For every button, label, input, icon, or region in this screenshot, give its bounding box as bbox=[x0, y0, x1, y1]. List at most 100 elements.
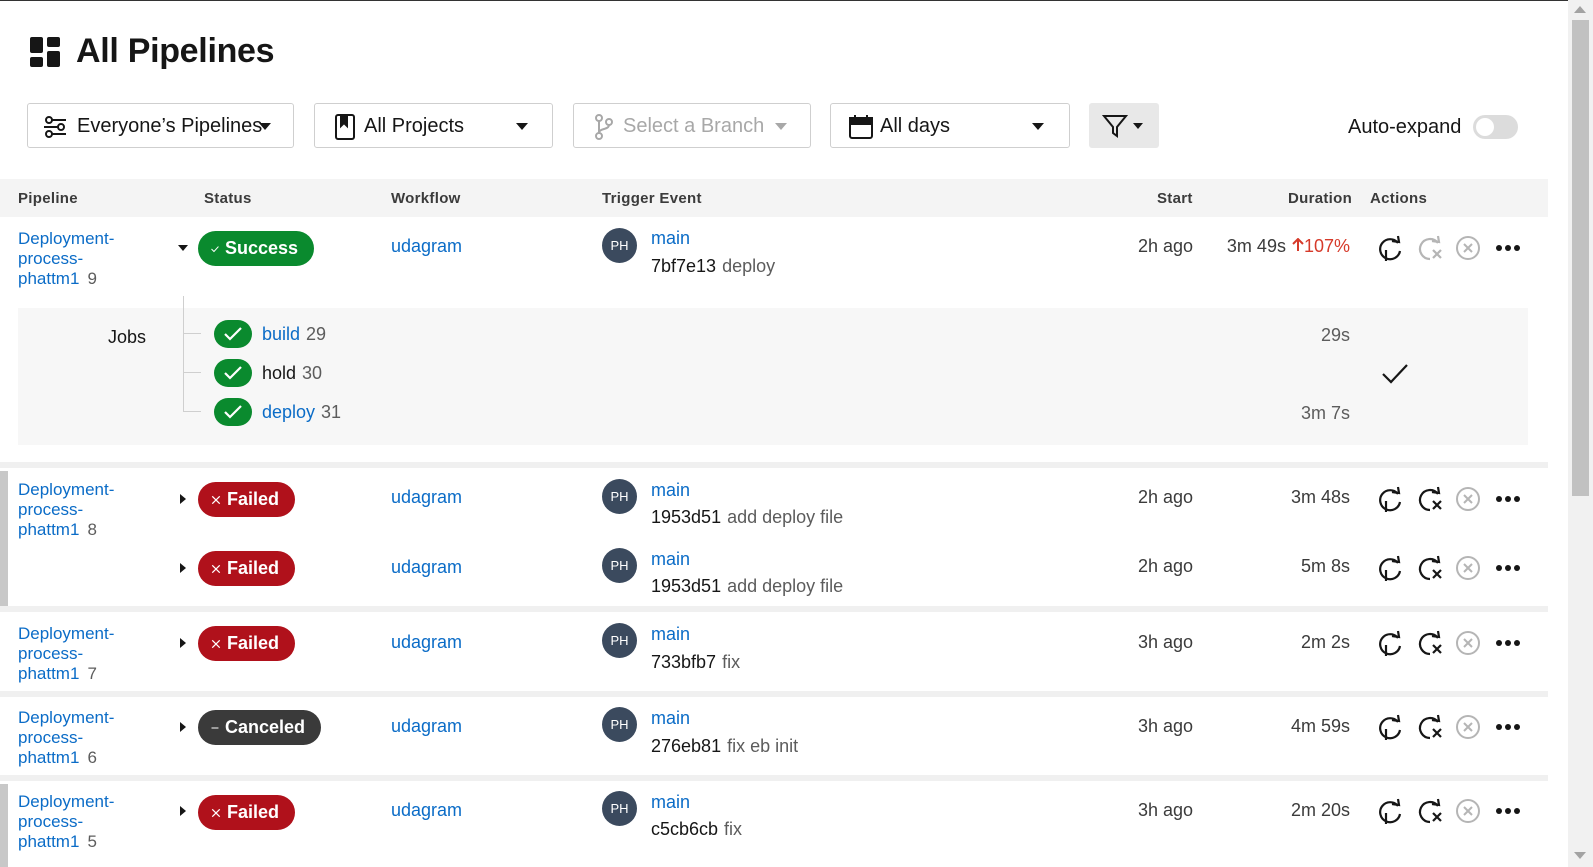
days-filter-dropdown[interactable]: All days bbox=[830, 103, 1070, 148]
status-badge[interactable]: Failed bbox=[198, 482, 295, 517]
avatar: PH bbox=[602, 707, 637, 742]
cancel-icon bbox=[1456, 236, 1480, 260]
expand-chevron-icon[interactable] bbox=[180, 722, 186, 732]
more-options-icon[interactable] bbox=[1495, 639, 1521, 647]
git-branch-icon bbox=[595, 114, 613, 140]
status-badge[interactable]: Success bbox=[198, 231, 314, 266]
row-divider bbox=[0, 462, 1548, 468]
workflow-link[interactable]: udagram bbox=[391, 557, 462, 578]
workflow-link[interactable]: udagram bbox=[391, 487, 462, 508]
status-badge[interactable]: Failed bbox=[198, 795, 295, 830]
project-bookmark-icon bbox=[335, 114, 355, 140]
commit-sha[interactable]: 1953d51 bbox=[651, 576, 721, 596]
collapse-chevron-icon[interactable] bbox=[178, 245, 188, 251]
commit-sha[interactable]: 276eb81 bbox=[651, 736, 721, 756]
expand-chevron-icon[interactable] bbox=[180, 638, 186, 648]
job-tree-branch bbox=[183, 333, 201, 334]
job-item[interactable]: hold 30 bbox=[262, 363, 322, 384]
chevron-down-icon bbox=[1133, 123, 1143, 129]
job-item[interactable]: deploy 31 bbox=[262, 402, 341, 423]
avatar: PH bbox=[602, 228, 637, 263]
commit-sha[interactable]: 1953d51 bbox=[651, 507, 721, 527]
check-icon bbox=[224, 366, 242, 380]
more-options-icon[interactable] bbox=[1495, 495, 1521, 503]
branch-link[interactable]: main bbox=[651, 624, 690, 645]
rerun-icon[interactable] bbox=[1376, 798, 1404, 826]
more-options-icon[interactable] bbox=[1495, 244, 1521, 252]
more-options-icon[interactable] bbox=[1495, 564, 1521, 572]
branch-link[interactable]: main bbox=[651, 228, 690, 249]
start-time: 2h ago bbox=[1137, 236, 1193, 256]
rerun-icon[interactable] bbox=[1376, 235, 1404, 263]
scrollbar-thumb[interactable] bbox=[1572, 20, 1589, 496]
branch-link[interactable]: main bbox=[651, 792, 690, 813]
pipeline-name[interactable]: Deployment-process-phattm1 5 bbox=[18, 792, 138, 852]
more-options-icon[interactable] bbox=[1495, 723, 1521, 731]
x-icon bbox=[211, 639, 221, 648]
rerun-failed-icon[interactable] bbox=[1416, 555, 1444, 583]
commit-info: 1953d51 add deploy file bbox=[651, 507, 843, 528]
status-badge[interactable]: Canceled bbox=[198, 710, 321, 745]
owner-filter-dropdown[interactable]: Everyone’s Pipelines bbox=[27, 103, 294, 148]
pipeline-name[interactable]: Deployment-process-phattm1 9 bbox=[18, 229, 138, 289]
chevron-down-icon bbox=[775, 123, 787, 130]
cancel-icon bbox=[1456, 487, 1480, 511]
job-duration: 3m 7s bbox=[1300, 403, 1350, 423]
status-badge[interactable]: Failed bbox=[198, 551, 295, 586]
commit-message: add deploy file bbox=[727, 507, 844, 527]
pipeline-number: 5 bbox=[87, 832, 97, 851]
x-icon bbox=[211, 808, 221, 817]
branch-filter-dropdown[interactable]: Select a Branch bbox=[573, 103, 811, 148]
commit-sha[interactable]: 733bfb7 bbox=[651, 652, 716, 672]
rerun-failed-icon[interactable] bbox=[1416, 714, 1444, 742]
job-item[interactable]: build 29 bbox=[262, 324, 326, 345]
expand-chevron-icon[interactable] bbox=[180, 563, 186, 573]
workflow-link[interactable]: udagram bbox=[391, 800, 462, 821]
status-badge[interactable]: Failed bbox=[198, 626, 295, 661]
job-tree-branch bbox=[183, 372, 201, 373]
column-header-trigger-event: Trigger Event bbox=[602, 190, 702, 207]
duration: 4m 59s bbox=[1290, 716, 1350, 736]
start-time: 2h ago bbox=[1137, 487, 1193, 507]
rerun-icon[interactable] bbox=[1376, 486, 1404, 514]
duration: 3m 49s 107% bbox=[1226, 236, 1350, 256]
approved-check-icon bbox=[1382, 364, 1408, 384]
rerun-failed-icon[interactable] bbox=[1416, 486, 1444, 514]
scroll-down-arrow-icon[interactable] bbox=[1574, 852, 1586, 859]
branch-filter-placeholder: Select a Branch bbox=[623, 115, 765, 137]
row-divider bbox=[0, 606, 1548, 612]
jobs-label: Jobs bbox=[108, 327, 147, 347]
commit-info: 1953d51 add deploy file bbox=[651, 576, 843, 597]
commit-sha[interactable]: c5cb6cb bbox=[651, 819, 718, 839]
scroll-up-arrow-icon[interactable] bbox=[1574, 6, 1586, 13]
commit-sha[interactable]: 7bf7e13 bbox=[651, 256, 716, 276]
branch-link[interactable]: main bbox=[651, 549, 690, 570]
branch-link[interactable]: main bbox=[651, 708, 690, 729]
advanced-filter-button[interactable] bbox=[1089, 103, 1159, 148]
pipeline-name[interactable]: Deployment-process-phattm1 7 bbox=[18, 624, 138, 684]
rerun-icon[interactable] bbox=[1376, 630, 1404, 658]
workflow-link[interactable]: udagram bbox=[391, 716, 462, 737]
rerun-icon[interactable] bbox=[1376, 555, 1404, 583]
rerun-failed-icon[interactable] bbox=[1416, 630, 1444, 658]
avatar: PH bbox=[602, 479, 637, 514]
auto-expand-toggle[interactable] bbox=[1473, 115, 1518, 139]
expand-chevron-icon[interactable] bbox=[180, 806, 186, 816]
job-success-icon bbox=[214, 320, 252, 348]
job-number: 30 bbox=[302, 363, 323, 383]
expand-chevron-icon[interactable] bbox=[180, 494, 186, 504]
auto-expand-label: Auto-expand bbox=[1348, 116, 1462, 138]
pipeline-name[interactable]: Deployment-process-phattm1 6 bbox=[18, 708, 138, 768]
rerun-icon[interactable] bbox=[1376, 714, 1404, 742]
days-filter-label: All days bbox=[880, 115, 951, 137]
row-group-indicator bbox=[0, 784, 8, 867]
project-filter-dropdown[interactable]: All Projects bbox=[314, 103, 553, 148]
branch-link[interactable]: main bbox=[651, 480, 690, 501]
workflow-link[interactable]: udagram bbox=[391, 236, 462, 257]
workflow-link[interactable]: udagram bbox=[391, 632, 462, 653]
rerun-failed-icon[interactable] bbox=[1416, 798, 1444, 826]
pipeline-name[interactable]: Deployment-process-phattm1 8 bbox=[18, 480, 138, 540]
duration: 2m 2s bbox=[1300, 632, 1350, 652]
more-options-icon[interactable] bbox=[1495, 807, 1521, 815]
avatar: PH bbox=[602, 548, 637, 583]
